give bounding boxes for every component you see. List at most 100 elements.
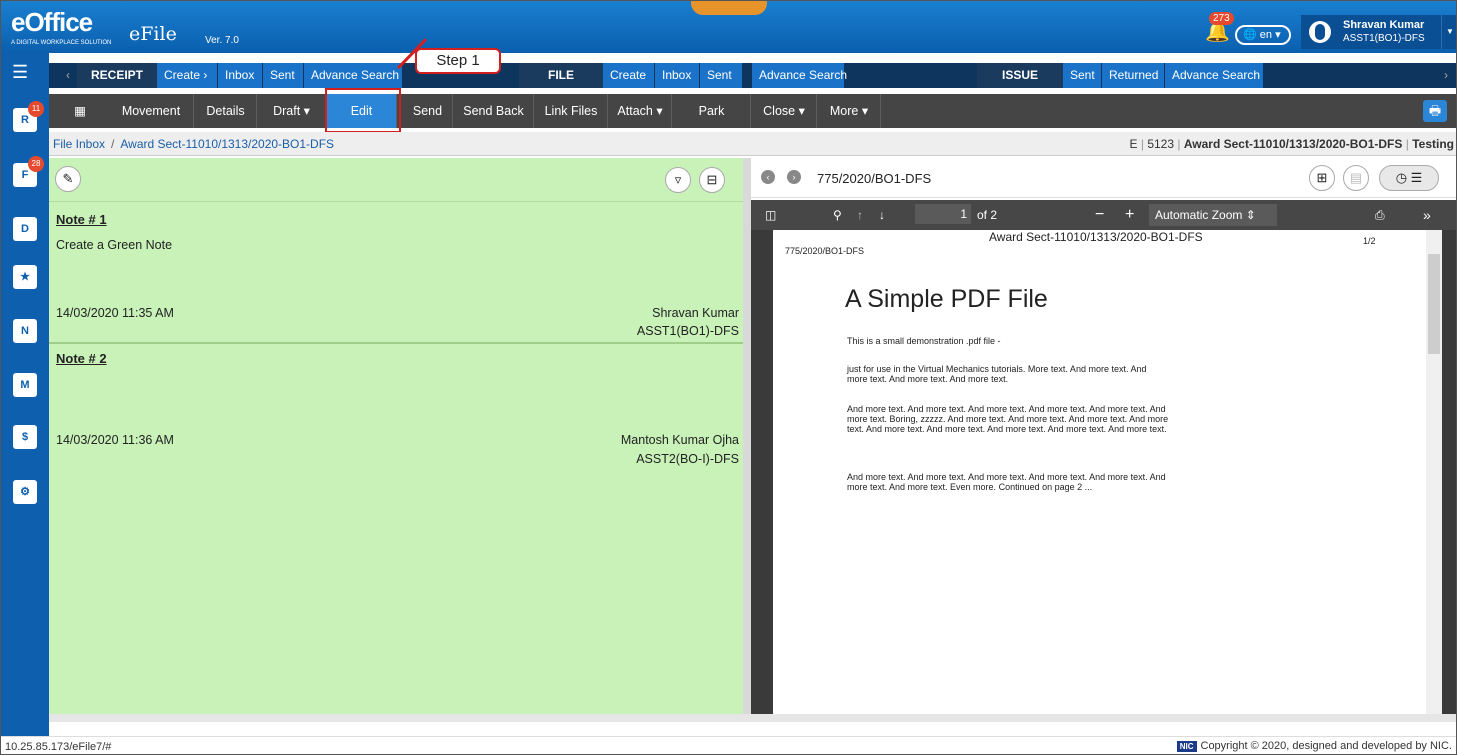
page-total: of 2 bbox=[977, 208, 998, 222]
issue-returned[interactable]: Returned bbox=[1102, 63, 1164, 88]
note-author: Mantosh Kumar Ojha bbox=[620, 433, 739, 447]
section-file: FILE bbox=[519, 63, 603, 88]
print-icon[interactable]: 🖶 bbox=[1423, 100, 1447, 122]
note-date: 14/03/2020 11:35 AM bbox=[56, 306, 174, 320]
send-button[interactable]: Send bbox=[403, 94, 453, 128]
nic-logo: NIC bbox=[1176, 741, 1197, 752]
user-role: ASST1(BO1)-DFS bbox=[1343, 33, 1425, 44]
zoom-out-icon[interactable]: − bbox=[1095, 200, 1104, 230]
note-author: Shravan Kumar bbox=[652, 306, 739, 320]
hamburger-icon[interactable]: ☰ bbox=[12, 63, 38, 81]
horizontal-splitter[interactable] bbox=[49, 714, 1456, 722]
nav-right-arrow-icon[interactable]: › bbox=[1437, 63, 1455, 88]
sidebar-item-mail[interactable]: M bbox=[13, 373, 37, 397]
more-button[interactable]: More ▾ bbox=[818, 94, 881, 128]
receipt-sent[interactable]: Sent bbox=[263, 63, 303, 88]
pdf-scrollbar[interactable] bbox=[1426, 230, 1442, 714]
sidebar: ☰ R 11 F 28 D ★ N M $ ⚙ bbox=[1, 53, 49, 736]
file-subject: Award Sect-11010/1313/2020-BO1-DFS bbox=[1183, 137, 1403, 151]
collapse-panel-icon[interactable]: ⊟ bbox=[699, 167, 725, 193]
search-icon[interactable]: ⚲ bbox=[833, 200, 842, 230]
info-divider: | bbox=[1177, 137, 1181, 151]
scrollbar-thumb[interactable] bbox=[1428, 254, 1440, 354]
file-sent[interactable]: Sent bbox=[700, 63, 742, 88]
pdf-canvas: 775/2020/BO1-DFS Award Sect-11010/1313/2… bbox=[751, 230, 1456, 714]
close-button[interactable]: Close ▾ bbox=[752, 94, 817, 128]
sidebar-item-user-settings[interactable]: ⚙ bbox=[13, 480, 37, 504]
breadcrumb: File Inbox / Award Sect-11010/1313/2020-BO… bbox=[53, 137, 334, 151]
file-inbox[interactable]: Inbox bbox=[655, 63, 699, 88]
page-number-input[interactable]: 1 bbox=[915, 204, 971, 224]
page-header-center: Award Sect-11010/1313/2020-BO1-DFS bbox=[989, 230, 1203, 244]
add-note-icon[interactable]: ✎ bbox=[55, 166, 81, 192]
vertical-splitter[interactable] bbox=[743, 158, 751, 714]
issue-advance-search[interactable]: Advance Search bbox=[1165, 63, 1263, 88]
nav-left-arrow-icon[interactable]: ‹ bbox=[59, 63, 77, 88]
page-up-icon[interactable]: ↑ bbox=[857, 200, 863, 230]
chevron-down-icon: ▾ bbox=[1275, 29, 1281, 41]
details-button[interactable]: Details bbox=[195, 94, 257, 128]
notes-toolbar: ✎ ▿ ⊟ bbox=[49, 158, 743, 202]
download-icon[interactable]: ⎙ bbox=[1375, 200, 1385, 230]
attach-button[interactable]: Attach ▾ bbox=[609, 94, 672, 128]
send-back-button[interactable]: Send Back bbox=[454, 94, 534, 128]
link-files-button[interactable]: Link Files bbox=[535, 94, 608, 128]
zoom-select[interactable]: Automatic Zoom ⇕ bbox=[1149, 204, 1277, 226]
note-author-role: ASST2(BO-I)-DFS bbox=[636, 452, 739, 466]
user-menu[interactable]: Shravan Kumar ASST1(BO1)-DFS bbox=[1301, 15, 1441, 49]
file-action-toolbar: ▦ Movement Details Draft ▾ Edit Send Sen… bbox=[49, 94, 1456, 128]
receipt-badge: 11 bbox=[28, 101, 44, 117]
product-name: eFile bbox=[129, 23, 177, 45]
file-advance-search[interactable]: Advance Search bbox=[752, 63, 847, 88]
file-info: E | 5123 | Award Sect-11010/1313/2020-BO… bbox=[1129, 137, 1454, 151]
next-document-icon[interactable]: › bbox=[787, 170, 801, 184]
page-header-right: 1/2 bbox=[1363, 236, 1376, 246]
note-text: Create a Green Note bbox=[56, 238, 173, 252]
page-header-left: 775/2020/BO1-DFS bbox=[785, 246, 865, 256]
receipt-advance-search[interactable]: Advance Search bbox=[304, 63, 402, 88]
copyright: NIC Copyright © 2020, designed and develo… bbox=[1176, 740, 1452, 752]
status-url: 10.25.85.173/eFile7/# bbox=[5, 741, 112, 753]
step-highlight-box bbox=[325, 88, 401, 133]
note-date: 14/03/2020 11:36 AM bbox=[56, 433, 174, 447]
receipt-inbox[interactable]: Inbox bbox=[218, 63, 262, 88]
pdf-paragraph: And more text. And more text. And more t… bbox=[847, 404, 1169, 434]
sidebar-toggle-icon[interactable]: ◫ bbox=[765, 200, 776, 230]
sidebar-item-noting[interactable]: N bbox=[13, 319, 37, 343]
pdf-paragraph: just for use in the Virtual Mechanics tu… bbox=[847, 364, 1147, 384]
note-title[interactable]: Note # 1 bbox=[56, 212, 107, 227]
pdf-toolbar: ◫ ⚲ ↑ ↓ 1 of 2 − + Automatic Zoom ⇕ ⎙ » bbox=[751, 200, 1456, 230]
expand-panel-icon[interactable]: ⊞ bbox=[1309, 165, 1335, 191]
prev-document-icon[interactable]: ‹ bbox=[761, 170, 775, 184]
collapse-handle[interactable] bbox=[691, 1, 767, 15]
sidebar-item-doc[interactable]: $ bbox=[13, 425, 37, 449]
more-tools-icon[interactable]: » bbox=[1423, 200, 1431, 230]
info-divider: | bbox=[1405, 137, 1409, 151]
sidebar-item-dak[interactable]: D bbox=[13, 217, 37, 241]
sidebar-item-award[interactable]: ★ bbox=[13, 265, 37, 289]
file-icon[interactable]: ▦ bbox=[65, 94, 95, 128]
page-down-icon[interactable]: ↓ bbox=[879, 200, 885, 230]
movement-button[interactable]: Movement bbox=[109, 94, 194, 128]
file-prefix: E bbox=[1129, 137, 1138, 151]
receipt-create[interactable]: Create › bbox=[157, 63, 217, 88]
language-selector[interactable]: 🌐 en ▾ bbox=[1235, 25, 1291, 45]
document-info-icon[interactable]: ▤ bbox=[1343, 165, 1369, 191]
history-menu-icon[interactable]: ◷ ☰ bbox=[1379, 165, 1439, 191]
breadcrumb-root[interactable]: File Inbox bbox=[53, 137, 105, 151]
draft-button[interactable]: Draft ▾ bbox=[258, 94, 326, 128]
pdf-paragraph: And more text. And more text. And more t… bbox=[847, 472, 1166, 492]
file-tag: Testing bbox=[1412, 137, 1454, 151]
globe-icon: 🌐 bbox=[1243, 29, 1257, 41]
park-button[interactable]: Park bbox=[673, 94, 751, 128]
user-name: Shravan Kumar bbox=[1343, 19, 1425, 31]
note-title[interactable]: Note # 2 bbox=[56, 351, 107, 366]
status-footer: 10.25.85.173/eFile7/# NIC Copyright © 202… bbox=[1, 736, 1456, 754]
filter-icon[interactable]: ▿ bbox=[665, 167, 691, 193]
zoom-in-icon[interactable]: + bbox=[1125, 200, 1134, 230]
file-create[interactable]: Create bbox=[603, 63, 654, 88]
user-menu-caret-icon[interactable]: ▼ bbox=[1441, 15, 1456, 49]
module-nav: ‹ RECEIPT Create › Inbox Sent Advance Se… bbox=[49, 63, 1456, 88]
pdf-paragraph: This is a small demonstration .pdf file … bbox=[847, 336, 1001, 346]
issue-sent[interactable]: Sent bbox=[1063, 63, 1101, 88]
